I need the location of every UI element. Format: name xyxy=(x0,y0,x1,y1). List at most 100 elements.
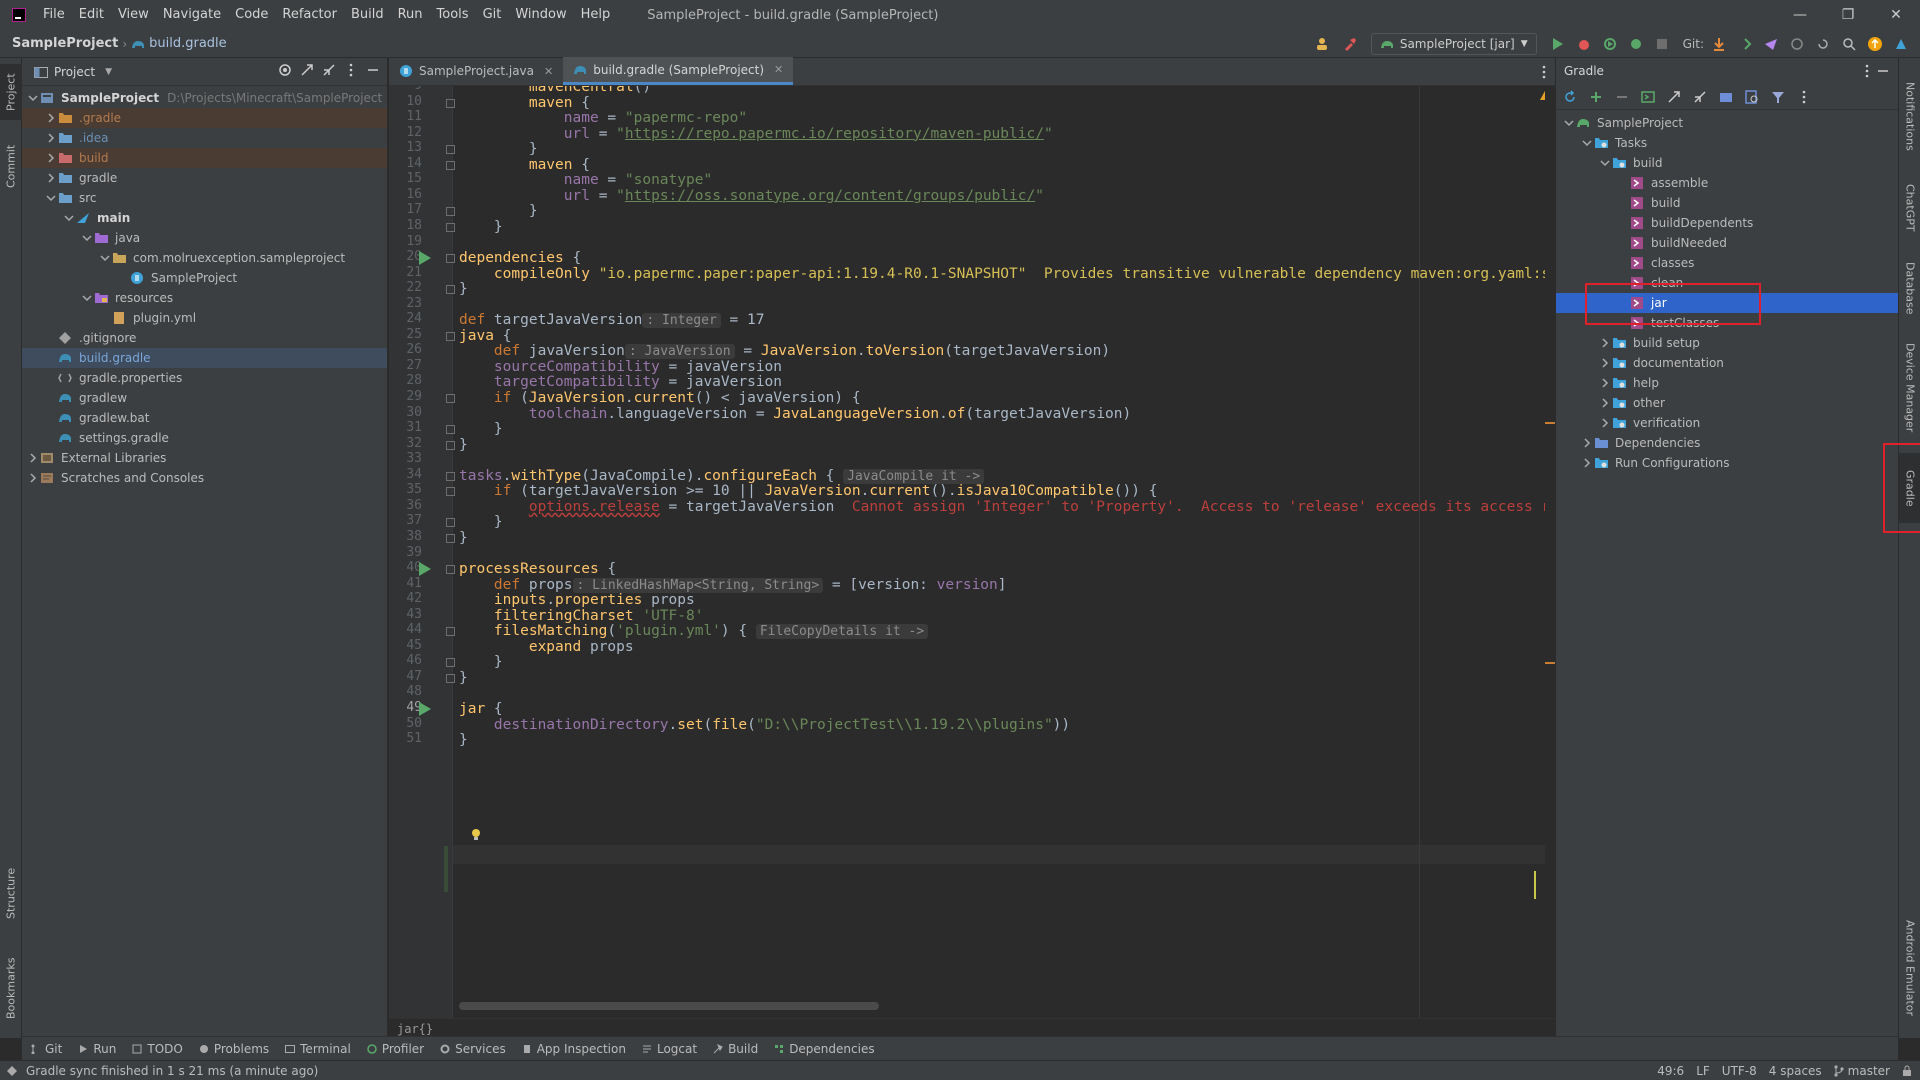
menu-code[interactable]: Code xyxy=(228,0,275,30)
code-warning[interactable]: "io.papermc.paper:paper-api:1.19.4-R0.1-… xyxy=(599,266,1027,282)
fold-marker-icon[interactable] xyxy=(446,98,455,108)
project-tree-item[interactable]: gradle xyxy=(22,168,387,188)
tool-window-run[interactable]: Run xyxy=(78,1042,116,1056)
gradle-tree-item[interactable]: help xyxy=(1556,373,1898,393)
collapse-all-icon[interactable] xyxy=(1692,89,1708,105)
fold-marker-icon[interactable] xyxy=(446,254,455,264)
menu-view[interactable]: View xyxy=(111,0,156,30)
tab-project[interactable]: Project xyxy=(0,64,22,120)
editor-breadcrumb[interactable]: jar{} xyxy=(389,1018,1555,1038)
hide-panel-icon[interactable] xyxy=(365,62,381,78)
restore-icon[interactable]: ❐ xyxy=(1824,0,1872,30)
options-kebab-icon[interactable] xyxy=(343,62,359,78)
ide-logo-icon[interactable] xyxy=(1890,33,1912,55)
menu-help[interactable]: Help xyxy=(574,0,618,30)
tab-bookmarks[interactable]: Bookmarks xyxy=(0,948,22,1028)
execute-task-icon[interactable] xyxy=(1640,89,1656,105)
editor-tab[interactable]: build.gradle (SampleProject) ✕ xyxy=(563,57,794,85)
run-icon[interactable] xyxy=(1547,33,1569,55)
gradle-tree-item[interactable]: assemble xyxy=(1556,173,1898,193)
chevron-right-icon[interactable] xyxy=(1598,356,1612,370)
tool-window-terminal[interactable]: Terminal xyxy=(285,1042,351,1056)
fold-marker-icon[interactable] xyxy=(446,471,455,481)
chevron-right-icon[interactable] xyxy=(1598,396,1612,410)
fold-marker-icon[interactable] xyxy=(446,160,455,170)
search-icon[interactable] xyxy=(1838,33,1860,55)
remove-icon[interactable] xyxy=(1614,89,1630,105)
project-tree-item[interactable]: gradlew xyxy=(22,388,387,408)
tool-window-git[interactable]: Git xyxy=(30,1042,62,1056)
project-tree-item[interactable]: build.gradle xyxy=(22,348,387,368)
chevron-right-icon[interactable] xyxy=(44,131,58,145)
stop-icon[interactable] xyxy=(1651,33,1673,55)
fold-marker-icon[interactable] xyxy=(446,331,455,341)
chevron-right-icon[interactable] xyxy=(44,171,58,185)
chevron-down-icon[interactable]: ▼ xyxy=(105,67,112,77)
chevron-right-icon[interactable] xyxy=(26,451,40,465)
fold-marker-icon[interactable] xyxy=(446,222,455,232)
line-separator[interactable]: LF xyxy=(1696,1064,1710,1078)
project-tree-item[interactable]: plugin.yml xyxy=(22,308,387,328)
run-gutter-icon[interactable] xyxy=(419,251,431,266)
chevron-down-icon[interactable] xyxy=(98,251,112,265)
collapse-all-icon[interactable] xyxy=(321,62,337,78)
account-icon[interactable] xyxy=(1313,33,1335,55)
git-commit-icon[interactable] xyxy=(1734,33,1756,55)
analyze-dependencies-icon[interactable] xyxy=(1744,89,1760,105)
close-tab-icon[interactable]: ✕ xyxy=(774,63,783,76)
run-configuration-selector[interactable]: SampleProject [jar] ▼ xyxy=(1370,33,1537,55)
scroll-warning-mark[interactable] xyxy=(1545,662,1555,664)
file-encoding[interactable]: UTF-8 xyxy=(1722,1064,1757,1078)
project-tree-item[interactable]: src xyxy=(22,188,387,208)
coverage-icon[interactable] xyxy=(1599,33,1621,55)
fold-marker-icon[interactable] xyxy=(446,207,455,217)
git-branch[interactable]: master xyxy=(1834,1064,1890,1078)
git-history-icon[interactable] xyxy=(1786,33,1808,55)
close-tab-icon[interactable]: ✕ xyxy=(544,65,553,78)
project-tree-item[interactable]: SampleProject D:\Projects\Minecraft\Sampl… xyxy=(22,88,387,108)
gradle-tree-item[interactable]: build setup xyxy=(1556,333,1898,353)
gradle-tree-item[interactable]: SampleProject xyxy=(1556,113,1898,133)
fold-marker-icon[interactable] xyxy=(446,565,455,575)
chevron-right-icon[interactable] xyxy=(1580,456,1594,470)
tool-window-app-inspection[interactable]: App Inspection xyxy=(522,1042,626,1056)
menu-refactor[interactable]: Refactor xyxy=(275,0,344,30)
debug-icon[interactable] xyxy=(1573,33,1595,55)
code-editor[interactable]: 9101112131415161718192021222324252627282… xyxy=(389,86,1555,1018)
git-push-icon[interactable] xyxy=(1760,33,1782,55)
git-update-icon[interactable] xyxy=(1708,33,1730,55)
tool-window-logcat[interactable]: Logcat xyxy=(642,1042,697,1056)
breadcrumb-file[interactable]: build.gradle xyxy=(149,36,227,51)
fold-marker-icon[interactable] xyxy=(446,440,455,450)
gradle-tree-item[interactable]: other xyxy=(1556,393,1898,413)
lock-icon[interactable] xyxy=(1902,1065,1912,1077)
project-tree-item[interactable]: main xyxy=(22,208,387,228)
run-gutter-icon[interactable] xyxy=(419,702,431,716)
fold-marker-icon[interactable] xyxy=(446,487,455,497)
tab-chatgpt[interactable]: ChatGPT xyxy=(1899,173,1920,243)
fold-marker-icon[interactable] xyxy=(446,518,455,528)
rollback-icon[interactable] xyxy=(1812,33,1834,55)
project-tree-item[interactable]: settings.gradle xyxy=(22,428,387,448)
fold-marker-icon[interactable] xyxy=(446,285,455,295)
fold-marker-icon[interactable] xyxy=(446,658,455,668)
chevron-down-icon[interactable] xyxy=(26,91,40,105)
status-message[interactable]: Gradle sync finished in 1 s 21 ms (a min… xyxy=(26,1064,318,1078)
gradle-tree-item[interactable]: Tasks xyxy=(1556,133,1898,153)
chevron-right-icon[interactable] xyxy=(44,111,58,125)
run-gutter-icon[interactable] xyxy=(419,562,431,577)
fold-marker-icon[interactable] xyxy=(446,627,455,637)
hide-panel-icon[interactable] xyxy=(1876,63,1890,79)
status-message-icon[interactable] xyxy=(6,1065,18,1077)
menu-file[interactable]: File xyxy=(36,0,72,30)
project-tree-item[interactable]: gradle.properties xyxy=(22,368,387,388)
locate-icon[interactable] xyxy=(277,62,293,78)
tab-database[interactable]: Database xyxy=(1899,253,1920,323)
project-tree-item[interactable]: com.molruexception.sampleproject xyxy=(22,248,387,268)
menu-edit[interactable]: Edit xyxy=(72,0,111,30)
code-warning[interactable]: Provides transitive vulnerable dependenc… xyxy=(1044,266,1555,282)
options-kebab-icon[interactable] xyxy=(1864,63,1870,79)
tool-window-todo[interactable]: TODO xyxy=(132,1042,183,1056)
filter-icon[interactable] xyxy=(1770,89,1786,105)
chevron-down-icon[interactable] xyxy=(1562,116,1576,130)
